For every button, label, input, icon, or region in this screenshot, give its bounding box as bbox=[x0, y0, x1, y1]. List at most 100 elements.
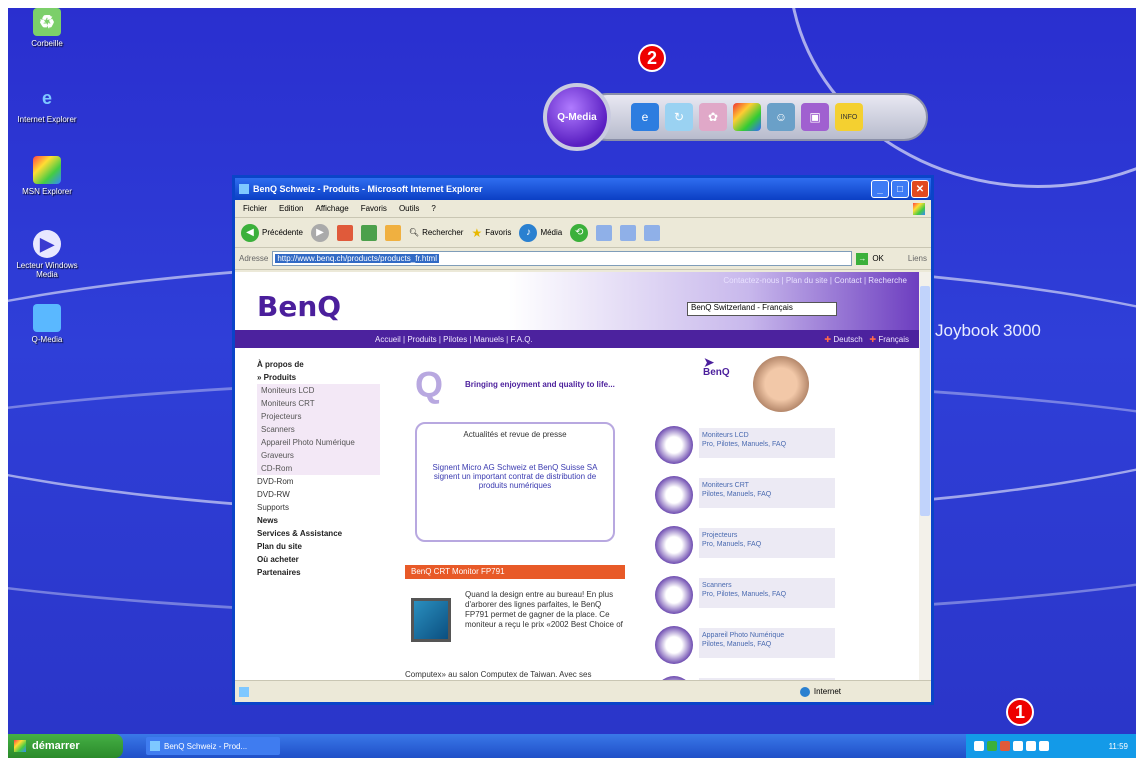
product-links[interactable]: Pro, Pilotes, Manuels, FAQ bbox=[702, 590, 832, 599]
menu-help[interactable]: ? bbox=[431, 204, 435, 213]
left-nav-item[interactable]: Scanners bbox=[257, 423, 380, 436]
ie-task-icon bbox=[150, 741, 160, 751]
product-links[interactable]: Pro, Manuels, FAQ bbox=[702, 540, 832, 549]
close-button[interactable]: ✕ bbox=[911, 180, 929, 198]
mail-icon[interactable] bbox=[596, 224, 613, 241]
benq-logo[interactable]: BenQ bbox=[257, 290, 341, 323]
left-nav-item[interactable]: DVD-RW bbox=[257, 488, 380, 501]
left-nav-item[interactable]: CD-Rom bbox=[257, 462, 380, 475]
media-app-icon[interactable] bbox=[733, 103, 761, 131]
left-nav-item[interactable]: Moniteurs CRT bbox=[257, 397, 380, 410]
monitor-banner[interactable]: BenQ CRT Monitor FP791 bbox=[405, 565, 625, 579]
left-nav-item[interactable]: News bbox=[257, 514, 380, 527]
product-text: Moniteurs CRT Pilotes, Manuels, FAQ bbox=[699, 478, 835, 508]
product-links[interactable]: Pilotes, Manuels, FAQ bbox=[702, 490, 832, 499]
window-titlebar[interactable]: BenQ Schweiz - Produits - Microsoft Inte… bbox=[235, 178, 931, 200]
photo-app-icon[interactable]: ✿ bbox=[699, 103, 727, 131]
main-nav-links[interactable]: Accueil | Produits | Pilotes | Manuels |… bbox=[375, 335, 533, 344]
people-app-icon[interactable]: ☺ bbox=[767, 103, 795, 131]
tray-icon[interactable] bbox=[1026, 741, 1036, 751]
left-nav-item[interactable]: Projecteurs bbox=[257, 410, 380, 423]
callout-1: 1 bbox=[1006, 698, 1034, 726]
lang-deutsch[interactable]: Deutsch bbox=[833, 335, 862, 344]
info-app-icon[interactable]: INFO bbox=[835, 103, 863, 131]
media-label: Média bbox=[540, 228, 563, 237]
product-item[interactable]: Scanners Pro, Pilotes, Manuels, FAQ bbox=[655, 572, 835, 616]
print-icon[interactable] bbox=[620, 224, 637, 241]
left-nav-item[interactable]: » Produits bbox=[257, 371, 380, 384]
start-label: démarrer bbox=[32, 740, 80, 752]
q-logo-icon: Q bbox=[415, 364, 444, 405]
history-icon[interactable]: ⟲ bbox=[570, 223, 589, 242]
tv-app-icon[interactable]: ▣ bbox=[801, 103, 829, 131]
stop-icon[interactable] bbox=[336, 224, 353, 241]
support-benq-logo: BenQ bbox=[703, 367, 730, 378]
tray-icon[interactable] bbox=[1013, 741, 1023, 751]
monitor-description: Quand la design entre au bureau! En plus… bbox=[465, 590, 623, 629]
search-button[interactable]: 🔍︎ Rechercher bbox=[409, 228, 464, 237]
product-name[interactable]: Scanners bbox=[702, 581, 832, 590]
address-input[interactable]: http://www.benq.ch/products/products_fr.… bbox=[272, 251, 853, 266]
left-nav-item[interactable]: Partenaires bbox=[257, 566, 380, 579]
product-item[interactable]: Appareil Photo Numérique Pilotes, Manuels… bbox=[655, 622, 835, 666]
left-nav-item[interactable]: Où acheter bbox=[257, 553, 380, 566]
tray-icon[interactable] bbox=[1039, 741, 1049, 751]
start-button[interactable]: démarrer bbox=[8, 734, 123, 758]
monitor-image bbox=[411, 598, 451, 642]
left-nav-item[interactable]: Services & Assistance bbox=[257, 527, 380, 540]
left-nav-item[interactable]: Moniteurs LCD bbox=[257, 384, 380, 397]
left-nav-item[interactable]: Supports bbox=[257, 501, 380, 514]
product-item[interactable]: Moniteurs LCD Pro, Pilotes, Manuels, FAQ bbox=[655, 422, 835, 466]
top-links[interactable]: Contactez-nous | Plan du site | Contact … bbox=[723, 276, 907, 285]
product-name[interactable]: Appareil Photo Numérique bbox=[702, 631, 832, 640]
left-nav-item[interactable]: À propos de bbox=[257, 358, 380, 371]
menu-favorites[interactable]: Favoris bbox=[361, 204, 387, 213]
minimize-button[interactable]: _ bbox=[871, 180, 889, 198]
desktop-icon-msn[interactable]: MSN Explorer bbox=[12, 156, 82, 196]
refresh-icon[interactable] bbox=[360, 224, 377, 241]
product-item[interactable]: Moniteurs CRT Pilotes, Manuels, FAQ bbox=[655, 472, 835, 516]
go-arrow-icon[interactable]: → bbox=[856, 252, 869, 265]
refresh-app-icon[interactable]: ↻ bbox=[665, 103, 693, 131]
product-links[interactable]: Pilotes, Manuels, FAQ bbox=[702, 640, 832, 649]
left-nav-item[interactable]: Plan du site bbox=[257, 540, 380, 553]
home-icon[interactable] bbox=[384, 224, 401, 241]
left-nav-item[interactable]: Appareil Photo Numérique bbox=[257, 436, 380, 449]
vertical-scrollbar[interactable] bbox=[919, 272, 931, 686]
links-button[interactable]: Liens bbox=[908, 254, 927, 263]
media-button[interactable]: ♪ Média bbox=[519, 223, 563, 242]
menu-tools[interactable]: Outils bbox=[399, 204, 419, 213]
ie-app-icon[interactable]: e bbox=[631, 103, 659, 131]
tray-icon[interactable] bbox=[1000, 741, 1010, 751]
desktop-icon-media-player[interactable]: ▶ Lecteur Windows Media bbox=[12, 230, 82, 279]
lang-francais[interactable]: Français bbox=[878, 335, 909, 344]
news-body[interactable]: Signent Micro AG Schweiz et BenQ Suisse … bbox=[423, 463, 607, 490]
qmedia-button[interactable]: Q-Media bbox=[543, 83, 611, 151]
tray-icon[interactable] bbox=[974, 741, 984, 751]
scrollbar-thumb[interactable] bbox=[920, 286, 930, 516]
desktop-icon-qmedia[interactable]: Q-Media bbox=[12, 304, 82, 344]
back-button[interactable]: ◀ Précédente bbox=[241, 223, 303, 242]
go-button[interactable]: OK bbox=[872, 254, 884, 263]
maximize-button[interactable]: □ bbox=[891, 180, 909, 198]
desktop: ♻ Corbeille e Internet Explorer MSN Expl… bbox=[8, 8, 1136, 758]
tray-icon[interactable] bbox=[987, 741, 997, 751]
menu-edit[interactable]: Edition bbox=[279, 204, 303, 213]
product-name[interactable]: Projecteurs bbox=[702, 531, 832, 540]
product-name[interactable]: Moniteurs CRT bbox=[702, 481, 832, 490]
edit-icon[interactable] bbox=[644, 224, 661, 241]
desktop-icon-internet-explorer[interactable]: e Internet Explorer bbox=[12, 84, 82, 125]
taskbar-item-ie[interactable]: BenQ Schweiz - Prod... bbox=[146, 737, 280, 755]
left-nav-item[interactable]: Graveurs bbox=[257, 449, 380, 462]
favorites-button[interactable]: ★ Favoris bbox=[471, 226, 511, 240]
forward-button[interactable]: ▶ bbox=[310, 223, 329, 242]
product-links[interactable]: Pro, Pilotes, Manuels, FAQ bbox=[702, 440, 832, 449]
desktop-icon-recycle-bin[interactable]: ♻ Corbeille bbox=[12, 8, 82, 48]
menu-file[interactable]: Fichier bbox=[243, 204, 267, 213]
product-item[interactable]: Projecteurs Pro, Manuels, FAQ bbox=[655, 522, 835, 566]
clock[interactable]: 11:59 bbox=[1109, 742, 1136, 751]
left-nav-item[interactable]: DVD-Rom bbox=[257, 475, 380, 488]
product-name[interactable]: Moniteurs LCD bbox=[702, 431, 832, 440]
menu-view[interactable]: Affichage bbox=[315, 204, 348, 213]
country-select[interactable]: BenQ Switzerland - Français bbox=[687, 302, 837, 316]
